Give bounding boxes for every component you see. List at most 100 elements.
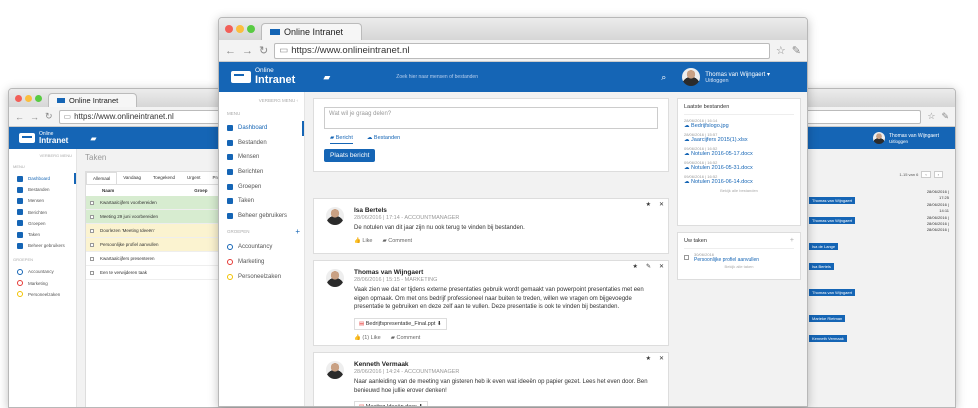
add-task-icon[interactable]: + [790,237,794,244]
all-tasks-link[interactable]: Bekijk alle taken [684,264,794,269]
file-item[interactable]: 28/06/2016 | 15:57 ☁ Jaarcijfers 2015(1).… [684,132,794,143]
star-icon[interactable]: ☆ [776,44,786,57]
comment-button[interactable]: ▰ Comment [391,335,421,341]
row-checkbox[interactable] [90,256,94,261]
back-arrow-icon[interactable]: ← [15,112,24,122]
forward-arrow-icon[interactable]: → [242,45,253,57]
search-icon[interactable]: ⌕ [661,72,666,83]
star-icon[interactable]: ☆ [927,111,935,122]
sidebar-item-bestanden[interactable]: Bestanden [9,184,76,195]
tab-files[interactable]: ☁ Bestanden [367,135,400,144]
file-item[interactable]: 28/06/2016 | 16:14 ☁ Bedrijfslogo.jpg [684,118,794,129]
minimize-dot[interactable] [25,94,32,102]
file-item[interactable]: 09/06/2016 | 16:52 ☁ Notulen 2016-05-17.d… [684,146,794,157]
task-title[interactable]: Persoonlijke profiel aanvullen [694,257,759,263]
browser-tab[interactable]: Online Intranet [261,23,363,40]
close-icon[interactable]: ✕ [659,201,664,208]
back-arrow-icon[interactable]: ← [225,45,236,57]
maximize-dot[interactable] [35,94,42,102]
wrench-icon[interactable]: ✎ [792,44,801,57]
group-item-personeelzaken[interactable]: Personeelzaken [219,269,304,284]
download-icon[interactable]: ⬇ [417,404,423,406]
back-user-menu[interactable]: Thomas van Wijngaert Uitloggen [872,132,939,144]
table-row[interactable]: Doorlezen 'Meeting Ideeën' [86,224,224,238]
sidebar-item-berichten[interactable]: Berichten [9,207,76,218]
user-menu[interactable]: Thomas van Wijngaert ▾ Uitloggen [682,68,770,86]
group-item-marketing[interactable]: Marketing [9,278,76,289]
sidebar-item-dashboard[interactable]: Dashboard [9,173,76,185]
chat-icon[interactable]: ▰ [90,134,96,143]
app-logo[interactable]: Online Intranet [231,68,295,86]
next-page-button[interactable]: › [933,171,943,178]
like-button[interactable]: 👍 (1) Like [354,335,381,341]
file-link[interactable]: ☁ Jaarcijfers 2015(1).xlsx [684,137,794,143]
row-checkbox[interactable] [90,228,94,233]
user-logout[interactable]: Uitloggen [889,139,939,144]
close-dot[interactable] [225,25,233,33]
app-logo[interactable]: Online Intranet [19,131,68,145]
task-item[interactable]: 30/06/2016 Persoonlijke profiel aanvulle… [684,252,794,263]
table-row[interactable]: Persoonlijke profiel aanvullen [86,238,224,252]
row-checkbox[interactable] [90,242,94,247]
group-item-marketing[interactable]: Marketing [219,255,304,270]
browser-tab[interactable]: Online Intranet [48,93,138,107]
file-link[interactable]: ☁ Notulen 2016-05-17.docx [684,151,794,157]
sidebar-item-taken[interactable]: Taken [9,229,76,240]
group-item-accountancy[interactable]: Accountancy [219,240,304,255]
reload-icon[interactable]: ↻ [45,111,53,122]
sidebar-item-mensen[interactable]: Mensen [219,150,304,165]
post-attachment[interactable]: ▤ Meeting Ideeën.docx ⬇ [354,401,428,406]
address-bar[interactable]: ▭ https://www.onlineintranet.nl [274,42,770,59]
prev-page-button[interactable]: ‹ [921,171,931,178]
pin-icon[interactable]: ★ [646,355,651,362]
tab-toegekend[interactable]: Toegekend [147,172,181,184]
maximize-dot[interactable] [247,25,255,33]
group-item-personeelzaken[interactable]: Personeelzaken [9,289,76,300]
wrench-icon[interactable]: ✎ [941,111,949,122]
comment-button[interactable]: ▰ Comment [382,238,412,244]
forward-arrow-icon[interactable]: → [30,112,39,122]
table-row[interactable]: Meeting 29 juni voorbereiden [86,210,224,224]
tab-urgent[interactable]: Urgent [181,172,207,184]
add-group-icon[interactable]: + [295,228,300,236]
hide-menu[interactable]: VERBERG MENU [9,153,76,158]
sidebar-item-beheer-gebruikers[interactable]: Beheer gebruikers [9,240,76,251]
tab-vandaag[interactable]: Vandaag [117,172,147,184]
row-checkbox[interactable] [90,200,94,205]
task-checkbox[interactable] [684,255,689,260]
all-files-link[interactable]: Bekijk alle bestanden [684,188,794,193]
close-icon[interactable]: ✕ [659,355,664,362]
post-submit-button[interactable]: Plaats bericht [324,149,376,162]
sidebar-item-taken[interactable]: Taken [219,194,304,209]
post-attachment[interactable]: ▤ Bedrijfspresentatie_Final.ppt ⬇ [354,318,447,331]
sidebar-item-berichten[interactable]: Berichten [219,165,304,180]
sidebar-item-beheer-gebruikers[interactable]: Beheer gebruikers [219,209,304,224]
tab-allemaal[interactable]: Allemaal [86,172,118,184]
file-item[interactable]: 09/06/2016 | 16:52 ☁ Notulen 2016-05-31.d… [684,160,794,171]
sidebar-item-groepen[interactable]: Groepen [9,218,76,229]
chat-icon[interactable]: ▰ [323,72,330,83]
pin-icon[interactable]: ★ [633,263,638,270]
close-dot[interactable] [15,94,22,102]
edit-icon[interactable]: ✎ [646,263,651,270]
pin-icon[interactable]: ★ [646,201,651,208]
table-row[interactable]: Een te verwijderen taak [86,266,224,280]
compose-input[interactable]: Wat wil je graag delen? [324,107,658,129]
sidebar-item-dashboard[interactable]: Dashboard [219,121,304,136]
table-row[interactable]: Kwartaalcijfers voorbereiden [86,196,224,210]
like-button[interactable]: 👍 Like [354,238,372,244]
download-icon[interactable]: ⬇ [435,321,442,327]
table-row[interactable]: Kwartaalcijfers presenteren [86,252,224,266]
tab-message[interactable]: ▰ Bericht [330,135,353,144]
hide-menu[interactable]: VERBERG MENU ‹ [219,98,304,103]
user-logout[interactable]: Uitloggen [705,78,770,84]
sidebar-item-groepen[interactable]: Groepen [219,179,304,194]
sidebar-item-mensen[interactable]: Mensen [9,195,76,206]
search-box[interactable]: Zoek hier naar mensen of bestanden ⌕ [396,72,666,83]
sidebar-item-bestanden[interactable]: Bestanden [219,136,304,151]
file-link[interactable]: ☁ Notulen 2016-06-14.docx [684,179,794,185]
close-icon[interactable]: ✕ [659,263,664,270]
minimize-dot[interactable] [236,25,244,33]
file-link[interactable]: ☁ Bedrijfslogo.jpg [684,123,794,129]
row-checkbox[interactable] [90,214,94,219]
